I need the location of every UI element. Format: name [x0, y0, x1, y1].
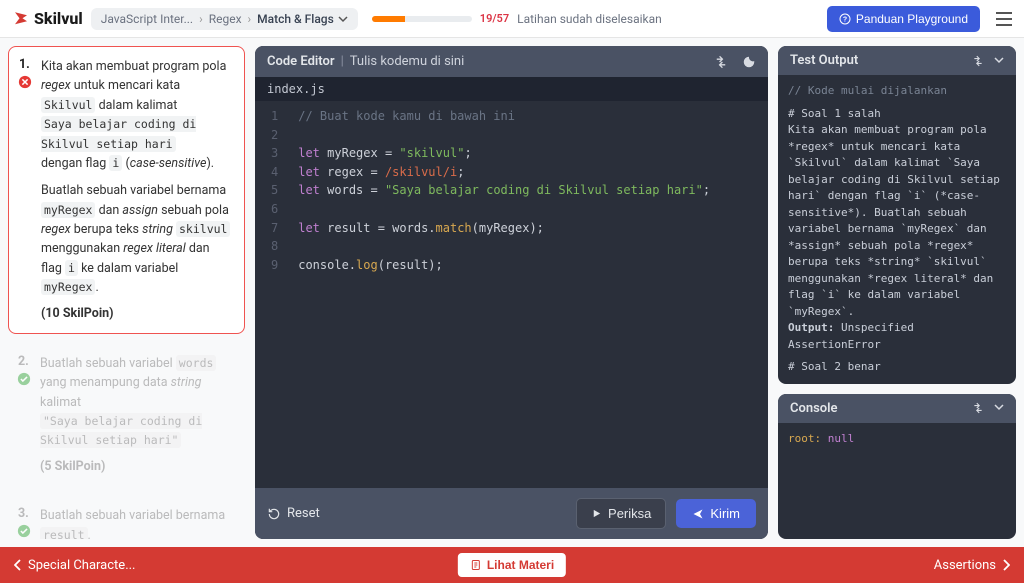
topbar: Skilvul JavaScript Inter... › Regex › Ma… [0, 0, 1024, 38]
editor-footer: Reset Periksa Kirim [255, 488, 768, 539]
line-gutter: 123456789 [255, 101, 288, 488]
console-block: Console root: null [778, 394, 1016, 540]
console-title: Console [790, 401, 838, 416]
error-icon [18, 75, 32, 89]
task-body: Buatlah sebuah variabel words yang menam… [40, 354, 233, 476]
console-header: Console [778, 394, 1016, 423]
chevron-left-icon [14, 559, 22, 571]
check-button[interactable]: Periksa [576, 498, 666, 529]
chevron-right-icon: › [248, 12, 252, 26]
task-2: 2. Buatlah sebuah variabel words yang me… [8, 344, 245, 486]
hamburger-icon [996, 12, 1012, 26]
progress: 19/57 Latihan sudah diselesaikan [372, 12, 662, 26]
progress-bar [372, 16, 472, 22]
crumb-topic[interactable]: Regex [209, 12, 242, 26]
success-icon [17, 372, 31, 386]
editor-title: Code Editor [267, 54, 335, 69]
task-points: (5 SkilPoin) [40, 457, 233, 476]
lesson-footer: Special Characte... Lihat Materi Asserti… [0, 547, 1024, 583]
brand-logo[interactable]: Skilvul [12, 9, 83, 28]
progress-count: 19/57 [480, 12, 509, 25]
task-1: 1. Kita akan membuat program pola regex … [8, 46, 245, 334]
logo-icon [12, 10, 30, 28]
task-body: Kita akan membuat program pola regex unt… [41, 57, 232, 323]
chevron-down-icon [338, 14, 348, 24]
play-icon [591, 508, 602, 519]
main-layout: 1. Kita akan membuat program pola regex … [0, 38, 1024, 547]
task-body: Buatlah sebuah variabel bernama result. … [40, 506, 233, 539]
theme-icon[interactable] [742, 55, 756, 69]
prev-lesson-button[interactable]: Special Characte... [14, 558, 136, 573]
chevron-down-icon[interactable] [994, 55, 1004, 65]
progress-note: Latihan sudah diselesaikan [517, 12, 662, 26]
task-points: (10 SkilPoin) [41, 304, 232, 323]
chevron-down-icon[interactable] [994, 402, 1004, 412]
svg-text:?: ? [843, 16, 847, 23]
editor-panel: Code Editor | Tulis kodemu di sini index… [255, 46, 768, 539]
task-number: 1. [19, 57, 33, 323]
task-3: 3. Buatlah sebuah variabel bernama resul… [8, 496, 245, 539]
reset-icon [267, 507, 281, 521]
expand-icon[interactable] [972, 402, 984, 414]
crumb-course[interactable]: JavaScript Inter... [101, 12, 193, 26]
output-panel: Test Output // Kode mulai dijalankan # S… [778, 46, 1016, 539]
send-icon [692, 508, 704, 520]
task-panel: 1. Kita akan membuat program pola regex … [8, 46, 245, 539]
expand-icon[interactable] [714, 55, 728, 69]
chevron-right-icon: › [199, 12, 203, 26]
console-body: root: null [778, 423, 1016, 456]
test-output-title: Test Output [790, 53, 858, 68]
breadcrumb: JavaScript Inter... › Regex › Match & Fl… [91, 8, 358, 30]
test-output-block: Test Output // Kode mulai dijalankan # S… [778, 46, 1016, 384]
code-content[interactable]: // Buat kode kamu di bawah ini let myReg… [288, 101, 768, 488]
submit-button[interactable]: Kirim [676, 499, 756, 528]
brand-text: Skilvul [34, 9, 83, 28]
success-icon [17, 524, 31, 538]
next-lesson-button[interactable]: Assertions [934, 558, 1010, 573]
test-output-body: // Kode mulai dijalankan # Soal 1 salah … [778, 75, 1016, 384]
guide-button[interactable]: ? Panduan Playground [827, 6, 980, 32]
help-icon: ? [839, 13, 851, 25]
editor-subtitle: Tulis kodemu di sini [350, 54, 465, 69]
chevron-right-icon [1002, 559, 1010, 571]
document-icon [470, 559, 482, 571]
menu-button[interactable] [996, 12, 1012, 26]
file-tab[interactable]: index.js [255, 77, 768, 101]
crumb-lesson[interactable]: Match & Flags [257, 12, 348, 26]
editor-header: Code Editor | Tulis kodemu di sini [255, 46, 768, 77]
test-output-header: Test Output [778, 46, 1016, 75]
code-editor[interactable]: 123456789 // Buat kode kamu di bawah ini… [255, 101, 768, 488]
view-material-button[interactable]: Lihat Materi [457, 552, 567, 578]
expand-icon[interactable] [972, 55, 984, 67]
reset-button[interactable]: Reset [267, 506, 320, 521]
